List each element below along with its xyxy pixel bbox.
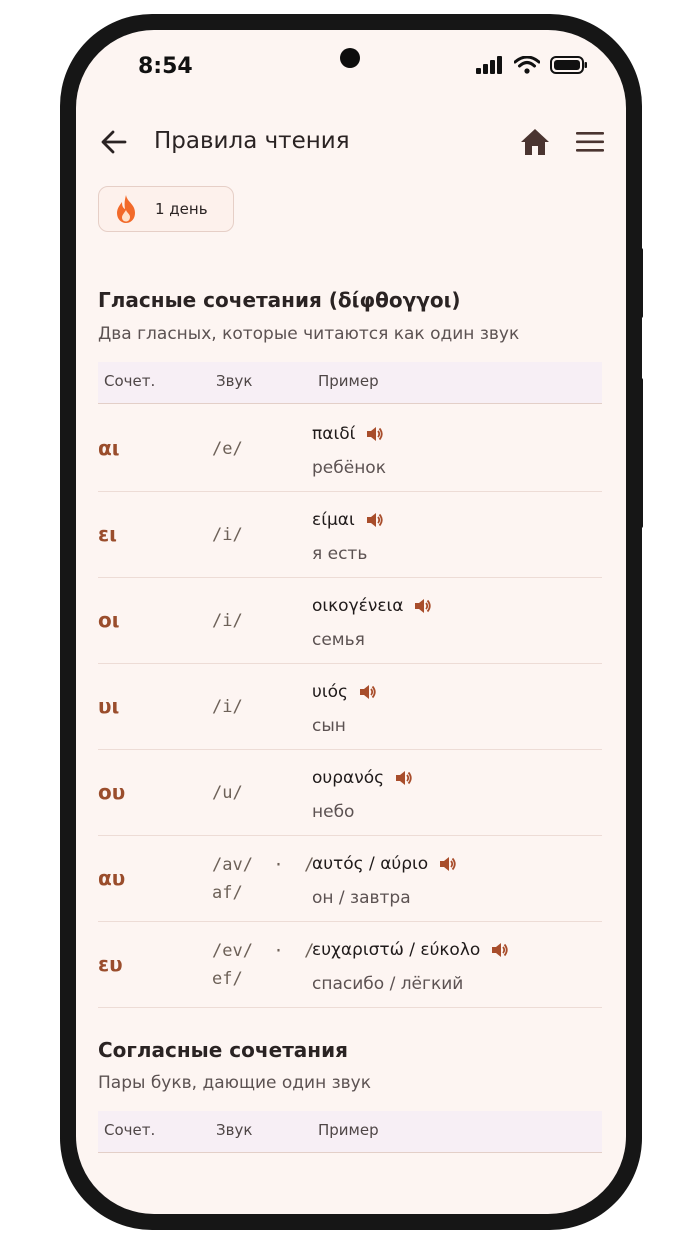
example-translation: сын <box>312 716 346 736</box>
vowels-table-header: Сочет. Звук Пример <box>98 362 602 404</box>
table-row: αι /e/ παιδί ребёнок <box>98 406 602 492</box>
header-example: Пример <box>318 1121 379 1139</box>
speaker-icon[interactable] <box>490 941 508 959</box>
speaker-icon[interactable] <box>365 511 383 529</box>
combo-letters: υι <box>98 694 120 718</box>
status-time: 8:54 <box>138 54 193 79</box>
sound-transcription: /i/ <box>212 697 243 717</box>
combo-letters: αι <box>98 436 120 460</box>
combo-letters: ευ <box>98 952 123 976</box>
consonants-subtitle: Пары букв, дающие один звук <box>98 1073 371 1093</box>
status-icons <box>476 56 588 74</box>
vowels-subtitle: Два гласных, которые читаются как один з… <box>98 324 520 344</box>
example-translation: я есть <box>312 544 368 564</box>
example-word: ευχαριστώ / εύκολο <box>312 940 508 960</box>
combo-letters: αυ <box>98 866 126 890</box>
volume-button <box>638 248 643 318</box>
header-example: Пример <box>318 372 379 390</box>
sound-transcription: /ev/ · / ef/ <box>212 941 315 989</box>
example-word-text: οικογένεια <box>312 596 404 616</box>
signal-icon <box>476 56 502 74</box>
example-word: παιδί <box>312 424 384 444</box>
example-translation: он / завтра <box>312 888 411 908</box>
example-word: οικογένεια <box>312 596 432 616</box>
sound-transcription: /av/ · / af/ <box>212 855 315 903</box>
consonants-title: Согласные сочетания <box>98 1038 348 1062</box>
table-row: οι /i/ οικογένεια семья <box>98 578 602 664</box>
speaker-icon[interactable] <box>413 597 432 615</box>
header-combo: Сочет. <box>104 1121 156 1139</box>
example-word-text: αυτός / αύριο <box>312 854 429 874</box>
streak-badge[interactable]: 1 день <box>98 186 234 232</box>
example-word: ουρανός <box>312 768 412 788</box>
table-row: αυ /av/ · / af/ αυτός / αύριο он / завтр… <box>98 836 602 922</box>
example-translation: семья <box>312 630 365 650</box>
app-screen: 8:54 Правила чтения 1 день Гласные сочет… <box>76 30 626 1214</box>
flame-icon <box>117 195 135 223</box>
example-word-text: ουρανός <box>312 768 385 788</box>
example-word-text: ευχαριστώ / εύκολο <box>312 940 481 960</box>
header-sound: Звук <box>216 1121 253 1139</box>
speaker-icon[interactable] <box>438 855 456 873</box>
sound-transcription: /u/ <box>212 783 243 803</box>
back-arrow-icon[interactable] <box>100 128 128 156</box>
header-sound: Звук <box>216 372 253 390</box>
menu-icon[interactable] <box>576 130 604 154</box>
example-word-text: παιδί <box>312 424 356 444</box>
sound-transcription: /e/ <box>212 439 243 459</box>
example-word: είμαι <box>312 510 383 530</box>
example-word: αυτός / αύριο <box>312 854 456 874</box>
table-row: ευ /ev/ · / ef/ ευχαριστώ / εύκολο спаси… <box>98 922 602 1008</box>
status-bar: 8:54 <box>76 50 626 86</box>
example-translation: ребёнок <box>312 458 386 478</box>
example-translation: небо <box>312 802 355 822</box>
table-row: ει /i/ είμαι я есть <box>98 492 602 578</box>
table-row: ου /u/ ουρανός небо <box>98 750 602 836</box>
sound-transcription: /i/ <box>212 611 243 631</box>
example-translation: спасибо / лёгкий <box>312 974 464 994</box>
page-title: Правила чтения <box>154 128 350 154</box>
speaker-icon[interactable] <box>365 425 384 443</box>
streak-label: 1 день <box>155 200 208 218</box>
combo-letters: οι <box>98 608 120 632</box>
header-combo: Сочет. <box>104 372 156 390</box>
home-icon[interactable] <box>520 128 550 156</box>
vowels-title: Гласные сочетания (δίφθογγοι) <box>98 288 461 312</box>
sound-transcription: /i/ <box>212 525 243 545</box>
power-button <box>638 378 643 528</box>
speaker-icon[interactable] <box>358 683 376 701</box>
example-word-text: υιός <box>312 682 348 702</box>
combo-letters: ει <box>98 522 117 546</box>
consonants-table-header: Сочет. Звук Пример <box>98 1111 602 1153</box>
combo-letters: ου <box>98 780 126 804</box>
example-word-text: είμαι <box>312 510 355 530</box>
app-bar: Правила чтения <box>76 118 626 166</box>
speaker-icon[interactable] <box>394 769 412 787</box>
table-row: υι /i/ υιός сын <box>98 664 602 750</box>
battery-icon <box>550 56 587 74</box>
example-word: υιός <box>312 682 376 702</box>
wifi-icon <box>514 56 540 74</box>
